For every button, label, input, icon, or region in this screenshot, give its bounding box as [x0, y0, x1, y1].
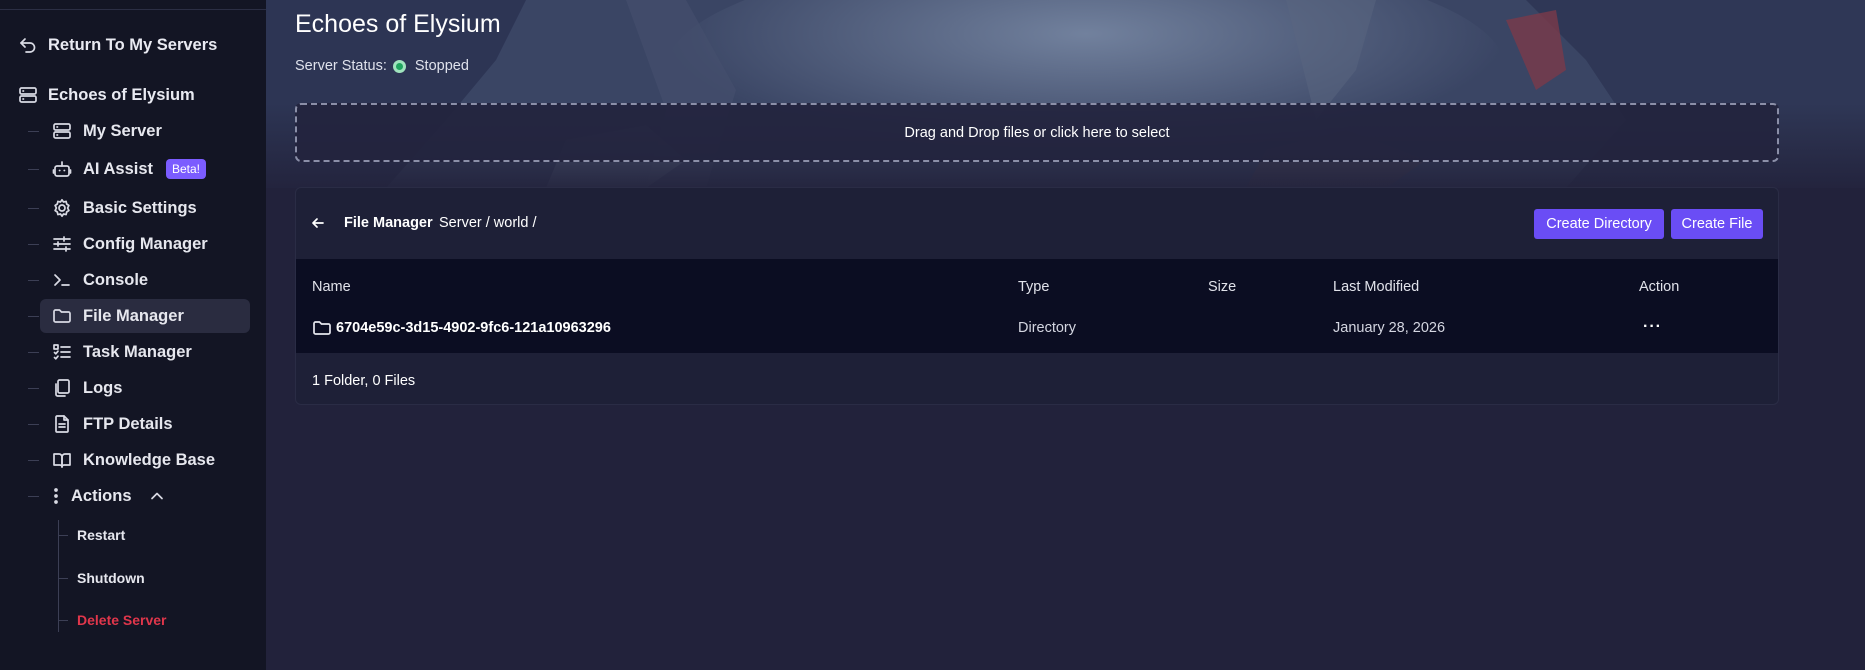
- tree-connector: [28, 352, 39, 353]
- file-manager-header: File Manager Server / world / Create Dir…: [296, 188, 1778, 259]
- file-last-modified: January 28, 2026: [1333, 320, 1446, 336]
- status-label: Server Status:: [295, 58, 387, 74]
- column-header-last-modified[interactable]: Last Modified: [1333, 279, 1419, 295]
- restart-action[interactable]: Restart: [77, 525, 125, 545]
- tree-connector: [28, 496, 39, 497]
- document-icon: [52, 414, 72, 434]
- tree-connector: [28, 424, 39, 425]
- sidebar-item-my-server[interactable]: My Server: [40, 114, 250, 148]
- sidebar-item-label: FTP Details: [83, 414, 173, 433]
- sidebar-item-label: AI Assist: [83, 159, 153, 178]
- table-row[interactable]: 6704e59c-3d15-4902-9fc6-121a10963296 Dir…: [296, 306, 1778, 353]
- actions-tree-line: [58, 520, 59, 632]
- return-label: Return To My Servers: [48, 35, 218, 54]
- tree-connector: [59, 578, 68, 579]
- server-name: Echoes of Elysium: [48, 85, 195, 104]
- folder-icon: [52, 306, 72, 326]
- page-title: Echoes of Elysium: [295, 10, 501, 38]
- tree-connector: [28, 316, 39, 317]
- chevron-up-icon: [147, 486, 167, 506]
- status-indicator-icon: [392, 59, 406, 73]
- sidebar-item-ai-assist[interactable]: AI Assist Beta!: [40, 152, 250, 186]
- shutdown-action[interactable]: Shutdown: [77, 568, 145, 588]
- file-dropzone[interactable]: Drag and Drop files or click here to sel…: [295, 103, 1779, 162]
- tree-connector: [28, 131, 39, 132]
- sidebar-item-label: Task Manager: [83, 342, 192, 361]
- tree-connector: [28, 388, 39, 389]
- sidebar-item-knowledge-base[interactable]: Knowledge Base: [40, 443, 250, 477]
- sidebar-item-label: Basic Settings: [83, 198, 197, 217]
- return-to-servers-link[interactable]: Return To My Servers: [18, 33, 217, 57]
- checklist-icon: [52, 342, 72, 362]
- folder-icon: [312, 318, 332, 338]
- file-manager-panel: File Manager Server / world / Create Dir…: [295, 187, 1779, 405]
- sidebar: Return To My Servers Echoes of Elysium M…: [0, 0, 266, 670]
- delete-server-action[interactable]: Delete Server: [77, 610, 167, 630]
- tree-connector: [28, 244, 39, 245]
- tree-connector: [28, 169, 39, 170]
- tree-connector: [28, 208, 39, 209]
- sliders-icon: [52, 234, 72, 254]
- file-count-summary: 1 Folder, 0 Files: [312, 373, 416, 389]
- sidebar-server-title[interactable]: Echoes of Elysium: [18, 83, 195, 107]
- sidebar-item-file-manager[interactable]: File Manager: [40, 299, 250, 333]
- file-type: Directory: [1018, 320, 1077, 336]
- server-icon: [18, 85, 38, 105]
- server-icon: [52, 121, 72, 141]
- file-manager-title: File Manager: [344, 215, 433, 231]
- sidebar-item-task-manager[interactable]: Task Manager: [40, 335, 250, 369]
- create-file-button[interactable]: Create File: [1671, 209, 1763, 239]
- vertical-dots-icon: [50, 486, 62, 506]
- create-directory-button[interactable]: Create Directory: [1534, 209, 1664, 239]
- tree-connector: [59, 535, 68, 536]
- sidebar-actions-toggle[interactable]: Actions: [40, 479, 250, 513]
- gear-icon: [52, 198, 72, 218]
- column-header-size[interactable]: Size: [1208, 279, 1236, 295]
- breadcrumb[interactable]: Server / world /: [439, 215, 537, 231]
- file-name-cell[interactable]: 6704e59c-3d15-4902-9fc6-121a10963296: [312, 318, 611, 338]
- sidebar-divider: [0, 9, 266, 10]
- sidebar-item-basic-settings[interactable]: Basic Settings: [40, 191, 250, 225]
- sidebar-item-label: My Server: [83, 121, 162, 140]
- row-actions-menu-icon[interactable]: ···: [1643, 318, 1662, 336]
- copy-icon: [52, 378, 72, 398]
- file-name: 6704e59c-3d15-4902-9fc6-121a10963296: [336, 320, 611, 336]
- undo-arrow-icon: [18, 35, 38, 55]
- sidebar-item-label: Config Manager: [83, 234, 208, 253]
- main-content: Echoes of Elysium Server Status: Stopped…: [266, 0, 1865, 670]
- sidebar-item-label: Console: [83, 270, 149, 289]
- dropzone-label: Drag and Drop files or click here to sel…: [904, 124, 1170, 141]
- sidebar-item-label: Logs: [83, 378, 123, 397]
- terminal-icon: [52, 270, 72, 290]
- book-icon: [52, 450, 72, 470]
- beta-badge: Beta!: [166, 159, 207, 179]
- sidebar-item-console[interactable]: Console: [40, 263, 250, 297]
- sidebar-item-config-manager[interactable]: Config Manager: [40, 227, 250, 261]
- column-header-action: Action: [1639, 279, 1680, 295]
- tree-connector: [28, 280, 39, 281]
- sidebar-item-label: Actions: [71, 486, 132, 505]
- status-value: Stopped: [414, 58, 469, 74]
- sidebar-item-label: Knowledge Base: [83, 450, 216, 469]
- column-header-type[interactable]: Type: [1018, 279, 1049, 295]
- robot-icon: [52, 159, 72, 179]
- column-header-name[interactable]: Name: [312, 279, 351, 295]
- sidebar-item-logs[interactable]: Logs: [40, 371, 250, 405]
- tree-connector: [28, 460, 39, 461]
- sidebar-item-ftp-details[interactable]: FTP Details: [40, 407, 250, 441]
- sidebar-item-label: File Manager: [83, 306, 184, 325]
- server-status: Server Status: Stopped: [295, 58, 469, 74]
- file-table: Name Type Size Last Modified Action 6704…: [296, 259, 1778, 353]
- tree-connector: [59, 620, 68, 621]
- back-arrow-icon[interactable]: [308, 213, 328, 233]
